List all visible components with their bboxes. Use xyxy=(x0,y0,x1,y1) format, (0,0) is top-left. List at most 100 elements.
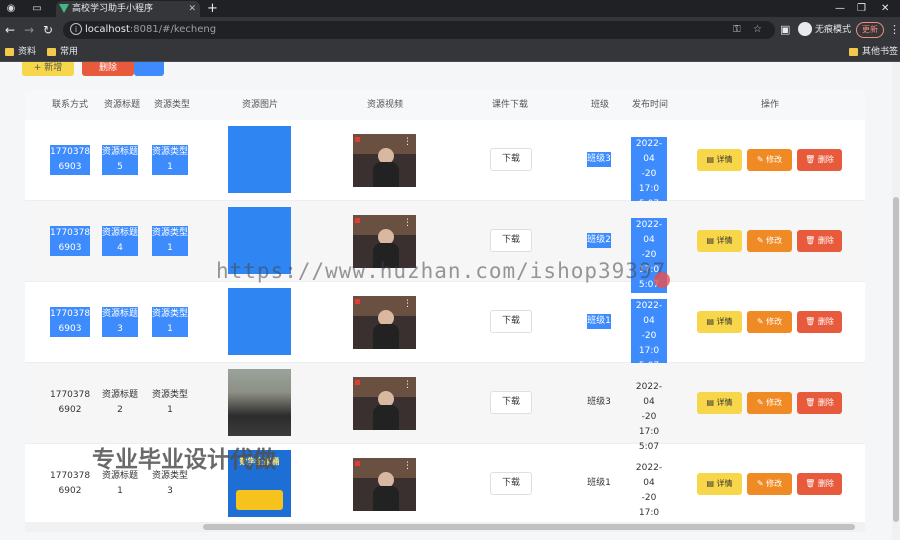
vertical-scroll-thumb[interactable] xyxy=(893,197,899,522)
resource-image[interactable] xyxy=(228,288,291,355)
batch-delete-button[interactable]: 删除 xyxy=(82,62,134,76)
col-type: 资源类型 xyxy=(153,100,190,110)
download-button[interactable]: 下载 xyxy=(490,472,532,495)
delete-button[interactable]: 🗑 删除 xyxy=(797,149,842,171)
bookmark-folder-ziliao[interactable]: 资料 xyxy=(5,43,36,62)
url-text[interactable]: localhost:8081/#/kecheng xyxy=(85,21,216,39)
col-image: 资源图片 xyxy=(241,100,278,110)
new-tab-button[interactable]: + xyxy=(207,0,218,17)
detail-icon: ▤ xyxy=(706,398,717,407)
col-actions: 操作 xyxy=(760,100,779,110)
detail-icon: ▤ xyxy=(706,236,717,245)
detail-button[interactable]: ▤ 详情 xyxy=(697,311,742,333)
browser-toolbar: ← → ↻ i localhost:8081/#/kecheng ⚿ ☆ ▣ 无… xyxy=(0,17,900,43)
site-info-icon[interactable]: i xyxy=(70,23,82,35)
video-menu-icon[interactable]: ⋮ xyxy=(403,138,412,147)
delete-button[interactable]: 🗑 删除 xyxy=(797,230,842,252)
video-menu-icon[interactable]: ⋮ xyxy=(403,381,412,390)
edit-icon: ✎ xyxy=(756,398,767,407)
horizontal-scrollbar[interactable] xyxy=(25,522,865,532)
detail-button[interactable]: ▤ 详情 xyxy=(697,473,742,495)
table-row[interactable]: 1770378 6903 资源标题 5 资源类型 1 ⋮ 下载 班级3 2022-04 -20 17… xyxy=(25,120,865,212)
cell-type: 资源类型 1 xyxy=(152,145,188,175)
col-title: 资源标题 xyxy=(103,100,140,110)
edit-button[interactable]: ✎ 修改 xyxy=(747,230,792,252)
download-button[interactable]: 下载 xyxy=(490,229,532,252)
folder-icon xyxy=(5,48,14,56)
update-button[interactable]: 更新 xyxy=(856,22,884,38)
minimize-icon[interactable]: — xyxy=(835,0,845,17)
download-button[interactable]: 下载 xyxy=(490,391,532,414)
browser-tab-active[interactable]: 高校学习助手小程序 ✕ xyxy=(56,1,200,17)
edit-icon: ✎ xyxy=(756,317,767,326)
record-icon xyxy=(355,380,360,385)
edit-icon: ✎ xyxy=(756,479,767,488)
cell-phone: 1770378 6902 xyxy=(50,390,91,415)
edit-button[interactable]: ✎ 修改 xyxy=(747,311,792,333)
detail-button[interactable]: ▤ 详情 xyxy=(697,230,742,252)
record-icon xyxy=(355,137,360,142)
back-icon[interactable]: ← xyxy=(5,22,15,38)
browser-menu-icon[interactable]: ◉ xyxy=(4,2,18,15)
detail-button[interactable]: ▤ 详情 xyxy=(697,149,742,171)
table-row[interactable]: 1770378 6902 资源标题 2 资源类型 1 ⋮ 下载 班级3 2022-04 -20 17… xyxy=(25,363,865,452)
trash-icon: 🗑 xyxy=(805,155,818,164)
record-icon xyxy=(355,299,360,304)
delete-button[interactable]: 🗑 删除 xyxy=(797,311,842,333)
resource-video[interactable]: ⋮ xyxy=(353,296,416,349)
bookmark-star-icon[interactable]: ☆ xyxy=(753,21,762,39)
trash-icon: 🗑 xyxy=(805,317,818,326)
video-menu-icon[interactable]: ⋮ xyxy=(403,219,412,228)
forward-icon[interactable]: → xyxy=(24,22,34,38)
edit-button[interactable]: ✎ 修改 xyxy=(747,392,792,414)
edit-icon: ✎ xyxy=(756,236,767,245)
tab-close-icon[interactable]: ✕ xyxy=(188,1,196,17)
detail-icon: ▤ xyxy=(706,155,717,164)
download-button[interactable]: 下载 xyxy=(490,148,532,171)
more-menu-icon[interactable]: ⋮ xyxy=(889,21,900,39)
col-phone: 联系方式 xyxy=(51,100,88,110)
incognito-avatar[interactable] xyxy=(798,22,812,36)
bookmark-folder-other[interactable]: 其他书签 xyxy=(849,43,898,62)
detail-button[interactable]: ▤ 详情 xyxy=(697,392,742,414)
resource-video[interactable]: ⋮ xyxy=(353,134,416,187)
resource-image[interactable] xyxy=(228,126,291,193)
address-bar[interactable]: i localhost:8081/#/kecheng ⚿ ☆ xyxy=(63,21,775,39)
extra-action-button[interactable] xyxy=(134,62,164,76)
resource-video[interactable]: ⋮ xyxy=(353,377,416,430)
cell-phone: 1770378 6903 xyxy=(50,226,90,256)
add-button[interactable]: + 新增 xyxy=(22,62,74,76)
cell-title: 资源标题 5 xyxy=(102,145,138,175)
video-menu-icon[interactable]: ⋮ xyxy=(403,462,412,471)
page-content: + 新增 删除 联系方式 资源标题 资源类型 资源图片 资源视频 课件下载 班级… xyxy=(0,62,900,540)
download-button[interactable]: 下载 xyxy=(490,310,532,333)
record-icon xyxy=(355,461,360,466)
cell-class: 班级1 xyxy=(587,478,611,488)
sidebar-icon[interactable]: ▣ xyxy=(780,21,790,39)
cell-type: 资源类型 1 xyxy=(152,390,189,415)
tab-search-icon[interactable]: ▭ xyxy=(30,2,44,15)
restore-icon[interactable]: ❐ xyxy=(857,0,866,17)
edit-button[interactable]: ✎ 修改 xyxy=(747,473,792,495)
col-download: 课件下载 xyxy=(491,100,528,110)
col-video: 资源视频 xyxy=(366,100,403,110)
folder-icon xyxy=(849,48,858,56)
horizontal-scroll-thumb[interactable] xyxy=(203,524,855,530)
col-time: 发布时间 xyxy=(631,100,668,110)
delete-button[interactable]: 🗑 删除 xyxy=(797,392,842,414)
key-icon[interactable]: ⚿ xyxy=(733,21,741,39)
video-menu-icon[interactable]: ⋮ xyxy=(403,300,412,309)
close-window-icon[interactable]: ✕ xyxy=(881,0,889,17)
resource-image[interactable] xyxy=(228,369,291,436)
bookmark-folder-changyong[interactable]: 常用 xyxy=(47,43,78,62)
edit-button[interactable]: ✎ 修改 xyxy=(747,149,792,171)
vertical-scrollbar[interactable] xyxy=(892,62,900,540)
reload-icon[interactable]: ↻ xyxy=(43,22,53,38)
browser-tab-bar: ◉ ▭ 高校学习助手小程序 ✕ + — ❐ ✕ xyxy=(0,0,900,17)
delete-button[interactable]: 🗑 删除 xyxy=(797,473,842,495)
record-icon xyxy=(355,218,360,223)
table-row[interactable]: 1770378 6903 资源标题 3 资源类型 1 ⋮ 下载 班级1 2022-04 -20 17… xyxy=(25,282,865,374)
table-header: 联系方式 资源标题 资源类型 资源图片 资源视频 课件下载 班级 发布时间 操作 xyxy=(25,90,865,120)
cell-title: 资源标题 4 xyxy=(102,226,138,256)
resource-video[interactable]: ⋮ xyxy=(353,458,416,511)
